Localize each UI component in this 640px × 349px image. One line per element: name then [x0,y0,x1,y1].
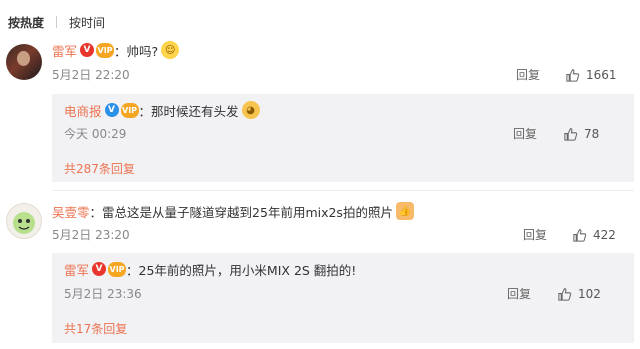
dog-emoji-icon: ◕ [241,101,260,119]
verified-badge-icon: V [104,103,119,117]
vip-badge-icon: VIP [108,261,127,277]
thumbs-up-icon [566,68,580,82]
view-all-replies-link[interactable]: 共287条回复 [64,161,135,177]
comment-line: 吴壹零 ： 雷总这是从量子隧道穿越到25年前用mix2s拍的照片 👍 [52,201,414,221]
subreply-time: 今天 00:29 [64,127,127,141]
view-all-replies-link[interactable]: 共17条回复 [64,321,127,337]
sort-bar: 按热度 按时间 [8,12,105,32]
thumbs-up-icon [573,228,587,242]
verified-badge-icon: V [92,262,107,276]
comment-text: 帅吗? [126,43,159,59]
reply-button[interactable]: 回复 [523,227,547,243]
subreply-reply-button[interactable]: 回复 [513,126,537,142]
thumbs-up-icon [564,127,578,141]
like-count: 422 [593,228,616,242]
like-button[interactable]: 422 [572,227,616,243]
like-button[interactable]: 1661 [565,67,617,83]
verified-badge-icon: V [80,43,95,57]
comment-divider [52,190,634,191]
username[interactable]: 雷军 [52,41,77,60]
subreply-time: 5月2日 23:36 [64,287,142,301]
thumbs-up-emoji-icon: 👍 [395,202,414,220]
subreply-username[interactable]: 雷军 [64,260,89,279]
subreply-like-button[interactable]: 102 [557,286,601,302]
subreply-text: 25年前的照片，用小米MIX 2S 翻拍的! [138,262,357,278]
subreply-like-count: 102 [578,287,601,301]
avatar[interactable] [6,44,42,80]
avatar-face-icon [13,212,35,234]
vip-badge-icon: VIP [96,42,115,58]
comment-line: 雷军 V VIP ： 帅吗? ☺ [52,40,180,60]
subreply-like-button[interactable]: 78 [563,126,599,142]
subreply-line: 雷军 V VIP ： 25年前的照片，用小米MIX 2S 翻拍的! [64,259,356,279]
vip-badge-icon: VIP [120,102,139,118]
smirk-emoji-icon: ☺ [161,41,180,59]
thumbs-up-icon [558,287,572,301]
reply-button[interactable]: 回复 [516,67,540,83]
sort-by-time-tab[interactable]: 按时间 [69,14,105,31]
like-count: 1661 [586,68,617,82]
subreply-like-count: 78 [584,127,600,141]
sort-divider [56,16,58,28]
subreply-text: 那时候还有头发 [151,103,239,119]
subreply-username[interactable]: 电商报 [64,101,102,120]
comment-time: 5月2日 23:20 [52,228,130,242]
username[interactable]: 吴壹零 [52,202,90,221]
comment-text: 雷总这是从量子隧道穿越到25年前用mix2s拍的照片 [102,204,393,220]
comment-time: 5月2日 22:20 [52,68,130,82]
sort-by-hot-tab[interactable]: 按热度 [8,14,44,31]
subreply-reply-button[interactable]: 回复 [507,286,531,302]
subreply-line: 电商报 V VIP ： 那时候还有头发 ◕ [64,100,260,120]
avatar[interactable] [6,203,42,239]
